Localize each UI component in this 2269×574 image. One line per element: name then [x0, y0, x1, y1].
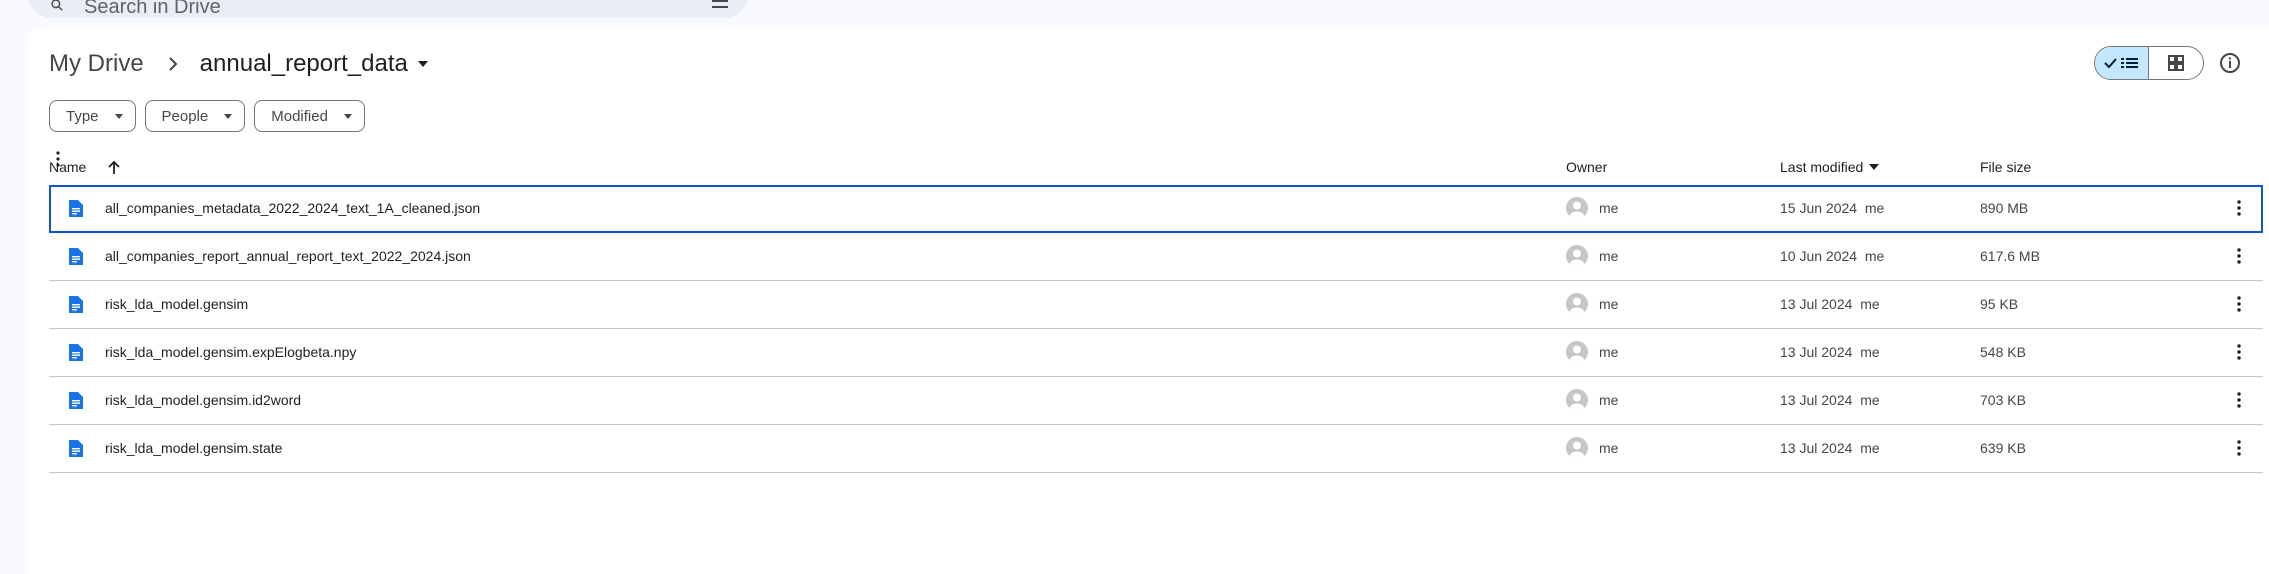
file-table: Name Owner Last modified File size all_c… [49, 150, 2263, 473]
file-name[interactable]: risk_lda_model.gensim [105, 296, 248, 312]
doc-icon [69, 344, 83, 361]
file-size: 617.6 MB [1980, 248, 2040, 264]
last-modified: 13 Jul 2024 me [1780, 344, 1880, 360]
column-last-modified[interactable]: Last modified [1780, 159, 1880, 175]
modified-by: me [1864, 248, 1885, 264]
modified-date: 15 Jun 2024 [1780, 200, 1858, 216]
file-size: 639 KB [1980, 440, 2026, 456]
table-row[interactable]: all_companies_metadata_2022_2024_text_1A… [49, 185, 2263, 233]
search-icon [51, 0, 63, 11]
modified-date: 13 Jul 2024 [1780, 296, 1853, 312]
list-view-icon [2103, 58, 2138, 69]
info-icon[interactable] [2218, 51, 2242, 75]
last-modified: 15 Jun 2024 me [1780, 200, 1884, 216]
modified-date: 10 Jun 2024 [1780, 248, 1858, 264]
search-bar[interactable]: Search in Drive [28, 0, 748, 18]
caret-down-icon[interactable] [417, 61, 428, 67]
list-view-button[interactable] [2095, 47, 2150, 79]
filter-modified[interactable]: Modified [254, 100, 365, 132]
caret-down-icon [343, 113, 352, 119]
doc-icon [69, 440, 83, 457]
grid-view-button[interactable] [2149, 47, 2203, 79]
doc-icon [69, 392, 83, 409]
avatar-icon [1566, 437, 1588, 459]
filter-chips: Type People Modified [49, 100, 365, 132]
filter-people[interactable]: People [144, 100, 246, 132]
column-name[interactable]: Name [49, 159, 120, 175]
more-vert-icon[interactable] [2229, 342, 2249, 362]
avatar-icon [1566, 389, 1588, 411]
tune-icon[interactable] [712, 0, 728, 10]
modified-by: me [1860, 392, 1880, 408]
avatar-icon [1566, 293, 1588, 315]
file-name[interactable]: all_companies_report_annual_report_text_… [105, 248, 471, 264]
modified-by: me [1860, 440, 1880, 456]
grid-view-icon [2168, 55, 2184, 71]
last-modified: 13 Jul 2024 me [1780, 296, 1880, 312]
search-input-placeholder[interactable]: Search in Drive [84, 0, 221, 19]
column-name-label: Name [49, 159, 87, 175]
file-size: 95 KB [1980, 296, 2019, 312]
modified-date: 13 Jul 2024 [1780, 344, 1853, 360]
table-header: Name Owner Last modified File size [49, 150, 2263, 186]
column-file-size[interactable]: File size [1980, 159, 2031, 175]
table-body: all_companies_metadata_2022_2024_text_1A… [49, 185, 2263, 473]
more-vert-icon[interactable] [2229, 198, 2249, 218]
owner-name: me [1599, 392, 1619, 408]
doc-icon [69, 200, 83, 217]
breadcrumb: My Drive annual_report_data [49, 50, 428, 78]
file-name[interactable]: risk_lda_model.gensim.id2word [105, 392, 301, 408]
file-size: 548 KB [1980, 344, 2026, 360]
column-owner[interactable]: Owner [1566, 159, 1607, 175]
table-row[interactable]: all_companies_report_annual_report_text_… [49, 233, 2263, 281]
last-modified: 10 Jun 2024 me [1780, 248, 1884, 264]
table-row[interactable]: risk_lda_model.gensim.expElogbeta.npy me… [49, 329, 2263, 377]
more-vert-icon[interactable] [2229, 438, 2249, 458]
modified-by: me [1860, 344, 1880, 360]
modified-date: 13 Jul 2024 [1780, 392, 1853, 408]
file-name[interactable]: risk_lda_model.gensim.expElogbeta.npy [105, 344, 356, 360]
avatar-icon [1566, 197, 1588, 219]
view-toggle [2094, 46, 2204, 80]
table-row[interactable]: risk_lda_model.gensim me 13 Jul 2024 me … [49, 281, 2263, 329]
more-vert-icon[interactable] [2229, 246, 2249, 266]
doc-icon [69, 248, 83, 265]
table-row[interactable]: risk_lda_model.gensim.state me 13 Jul 20… [49, 425, 2263, 473]
file-name[interactable]: all_companies_metadata_2022_2024_text_1A… [105, 200, 480, 216]
owner-name: me [1599, 344, 1619, 360]
modified-date: 13 Jul 2024 [1780, 440, 1853, 456]
filter-modified-label: Modified [271, 107, 328, 125]
owner-name: me [1599, 248, 1619, 264]
doc-icon [69, 296, 83, 313]
more-vert-icon[interactable] [2229, 294, 2249, 314]
chevron-right-icon [168, 57, 178, 71]
last-modified: 13 Jul 2024 me [1780, 440, 1880, 456]
more-vert-icon[interactable] [2229, 390, 2249, 410]
avatar-icon [1566, 341, 1588, 363]
modified-by: me [1864, 200, 1885, 216]
filter-people-label: People [161, 107, 209, 125]
caret-down-icon [224, 113, 233, 119]
breadcrumb-my-drive[interactable]: My Drive [49, 50, 144, 78]
avatar-icon [1566, 245, 1588, 267]
owner-name: me [1599, 296, 1619, 312]
arrow-up-icon[interactable] [108, 160, 120, 174]
caret-down-icon [114, 113, 123, 119]
file-size: 890 MB [1980, 200, 2029, 216]
filter-type[interactable]: Type [49, 100, 136, 132]
breadcrumb-current-folder[interactable]: annual_report_data [200, 50, 408, 78]
table-row[interactable]: risk_lda_model.gensim.id2word me 13 Jul … [49, 377, 2263, 425]
file-name[interactable]: risk_lda_model.gensim.state [105, 440, 282, 456]
caret-down-icon [1869, 164, 1880, 170]
modified-by: me [1860, 296, 1880, 312]
owner-name: me [1599, 440, 1619, 456]
column-last-modified-label: Last modified [1780, 159, 1864, 175]
file-size: 703 KB [1980, 392, 2026, 408]
filter-type-label: Type [66, 107, 99, 125]
owner-name: me [1599, 200, 1619, 216]
last-modified: 13 Jul 2024 me [1780, 392, 1880, 408]
